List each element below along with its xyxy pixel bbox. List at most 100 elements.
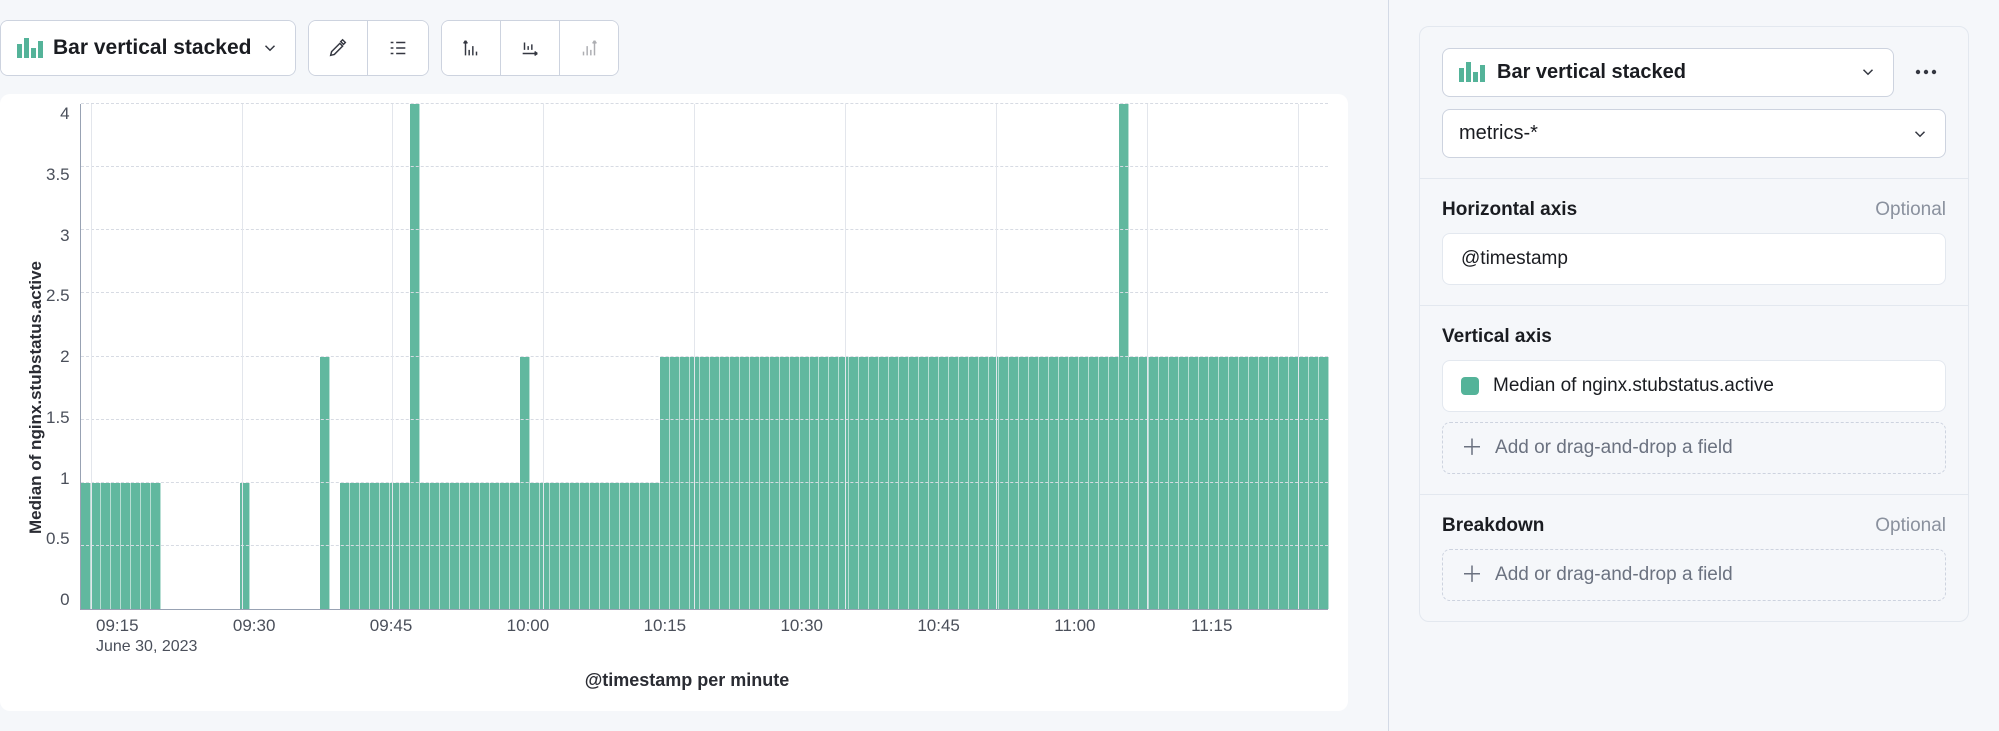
bar[interactable] (939, 357, 949, 610)
bar[interactable] (859, 357, 869, 610)
bar[interactable] (420, 483, 430, 609)
bar[interactable] (1159, 357, 1169, 610)
bar[interactable] (1239, 357, 1249, 610)
bar[interactable] (810, 357, 820, 610)
bar[interactable] (151, 483, 161, 609)
bar[interactable] (131, 483, 141, 609)
bar[interactable] (1009, 357, 1019, 610)
layer-actions-button[interactable] (1906, 47, 1946, 97)
bar[interactable] (1279, 357, 1289, 610)
bar[interactable] (350, 483, 360, 609)
bar[interactable] (1179, 357, 1189, 610)
right-axis-button[interactable] (559, 21, 618, 75)
bar[interactable] (1219, 357, 1229, 610)
bar[interactable] (929, 357, 939, 610)
bar[interactable] (899, 357, 909, 610)
bar[interactable] (999, 357, 1009, 610)
horizontal-axis-field[interactable]: @timestamp (1442, 233, 1946, 285)
bar[interactable] (1089, 357, 1099, 610)
bar[interactable] (1309, 357, 1319, 610)
bar[interactable] (1129, 357, 1139, 610)
bar[interactable] (340, 483, 350, 609)
bar[interactable] (640, 483, 650, 609)
bar[interactable] (949, 357, 959, 610)
bar[interactable] (800, 357, 810, 610)
bar[interactable] (1259, 357, 1269, 610)
bar[interactable] (1019, 357, 1029, 610)
bar[interactable] (1029, 357, 1039, 610)
bar[interactable] (710, 357, 720, 610)
bar[interactable] (660, 357, 670, 610)
bar[interactable] (1299, 357, 1309, 610)
bar[interactable] (440, 483, 450, 609)
bar[interactable] (750, 357, 760, 610)
bar[interactable] (1199, 357, 1209, 610)
bar[interactable] (380, 483, 390, 609)
bar[interactable] (520, 357, 530, 610)
bar[interactable] (959, 357, 969, 610)
bar[interactable] (320, 357, 330, 610)
bar[interactable] (450, 483, 460, 609)
bar[interactable] (1099, 357, 1109, 610)
bar[interactable] (829, 357, 839, 610)
bar[interactable] (849, 357, 859, 610)
left-axis-button[interactable] (442, 21, 500, 75)
bar[interactable] (1319, 357, 1329, 610)
bar[interactable] (410, 104, 420, 609)
vertical-axis-add-field[interactable]: ＋ Add or drag-and-drop a field (1442, 422, 1946, 474)
breakdown-add-field[interactable]: ＋ Add or drag-and-drop a field (1442, 549, 1946, 601)
bar[interactable] (570, 483, 580, 609)
bar[interactable] (81, 483, 91, 609)
chart-grid[interactable] (80, 104, 1328, 610)
bar[interactable] (780, 357, 790, 610)
bottom-axis-button[interactable] (500, 21, 559, 75)
bar[interactable] (760, 357, 770, 610)
bar[interactable] (400, 483, 410, 609)
bar[interactable] (1249, 357, 1259, 610)
bar[interactable] (530, 483, 540, 609)
bar[interactable] (989, 357, 999, 610)
bar[interactable] (370, 483, 380, 609)
bar[interactable] (360, 483, 370, 609)
bar[interactable] (550, 483, 560, 609)
bar[interactable] (730, 357, 740, 610)
bar[interactable] (460, 483, 470, 609)
bar[interactable] (700, 357, 710, 610)
bar[interactable] (430, 483, 440, 609)
bar[interactable] (580, 483, 590, 609)
bar[interactable] (720, 357, 730, 610)
bar[interactable] (1119, 104, 1129, 609)
bar[interactable] (919, 357, 929, 610)
bar[interactable] (1079, 357, 1089, 610)
bar[interactable] (869, 357, 879, 610)
bar[interactable] (790, 357, 800, 610)
bar[interactable] (610, 483, 620, 609)
bar[interactable] (111, 483, 121, 609)
bar[interactable] (879, 357, 889, 610)
chart-type-selector[interactable]: Bar vertical stacked (1, 21, 295, 75)
bar[interactable] (819, 357, 829, 610)
bar[interactable] (91, 483, 101, 609)
bar[interactable] (650, 483, 660, 609)
bar[interactable] (1049, 357, 1059, 610)
vertical-axis-field[interactable]: Median of nginx.stubstatus.active (1442, 360, 1946, 412)
bar[interactable] (1109, 357, 1119, 610)
legend-settings-button[interactable] (367, 21, 428, 75)
bar[interactable] (1039, 357, 1049, 610)
bar[interactable] (1169, 357, 1179, 610)
bar[interactable] (500, 483, 510, 609)
bar[interactable] (1209, 357, 1219, 610)
bar[interactable] (540, 483, 550, 609)
bar[interactable] (979, 357, 989, 610)
color-palette-button[interactable] (309, 21, 367, 75)
bar[interactable] (670, 357, 680, 610)
bar[interactable] (560, 483, 570, 609)
index-pattern-select[interactable]: metrics-* (1442, 109, 1946, 158)
bar[interactable] (770, 357, 780, 610)
bar[interactable] (1229, 357, 1239, 610)
bar[interactable] (470, 483, 480, 609)
bar[interactable] (680, 357, 690, 610)
bar[interactable] (141, 483, 151, 609)
bar[interactable] (1269, 357, 1279, 610)
config-chart-type-select[interactable]: Bar vertical stacked (1442, 48, 1894, 97)
